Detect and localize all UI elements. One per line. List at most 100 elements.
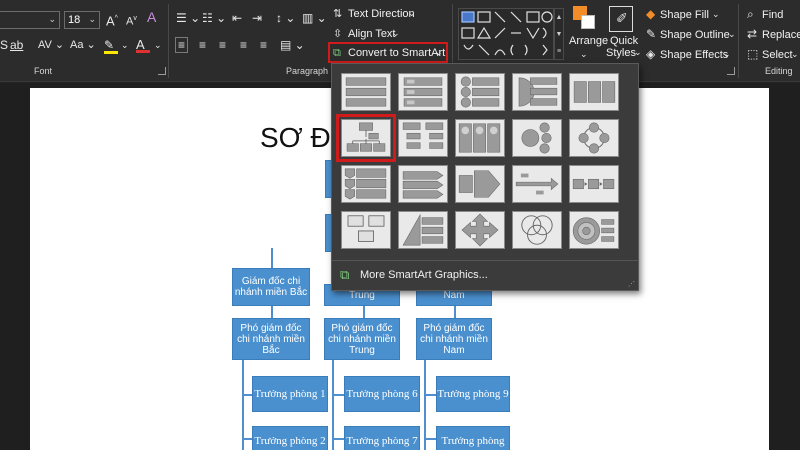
smartart-layout-venn[interactable] [512, 211, 562, 249]
org-box-head-10[interactable]: Trưởng phòng [436, 426, 510, 450]
shadow-s-icon[interactable]: S [0, 38, 8, 52]
connector [242, 394, 252, 396]
align-text-button[interactable]: Align Text [348, 28, 396, 40]
select-button[interactable]: Select [762, 49, 793, 61]
smartart-layout-horizontal-list[interactable] [569, 73, 619, 111]
smartart-layout-continuous-arrow[interactable] [398, 165, 448, 203]
shape-effects-icon[interactable]: ◈ [646, 47, 655, 61]
align-center-icon[interactable]: ≡ [199, 38, 206, 52]
org-box-head-7[interactable]: Trưởng phòng 7 [344, 426, 420, 450]
bullets-icon[interactable]: ☰ ⌄ [176, 11, 200, 25]
justify-low-icon[interactable]: ≡ [260, 38, 267, 52]
increase-font-icon[interactable]: A^ [106, 12, 118, 28]
arrange-chevron-icon: ⌄ [580, 49, 588, 59]
shape-fill-button[interactable]: Shape Fill [660, 9, 709, 21]
org-box-deputy-north[interactable]: Phó giám đốc chi nhánh miền Bắc [232, 318, 310, 360]
smartart-layout-picture-caption-list[interactable] [455, 119, 505, 157]
more-smartart-graphics-item[interactable]: ⧉ More SmartArt Graphics... [332, 260, 638, 288]
font-launcher-icon[interactable] [158, 67, 166, 75]
find-icon[interactable]: ⌕ [747, 7, 754, 21]
character-spacing-icon[interactable]: AV ⌄ [38, 38, 64, 52]
connector [424, 438, 436, 440]
text-direction-button[interactable]: Text Direction [348, 8, 415, 20]
convert-to-smartart-button[interactable]: Convert to SmartArt [348, 47, 445, 59]
highlight-dropdown-icon[interactable]: ⌄ [121, 38, 129, 52]
shape-fill-icon[interactable]: ◆ [646, 7, 655, 21]
smartart-layout-radial-list[interactable] [512, 119, 562, 157]
paragraph-group-label: Paragraph [286, 66, 329, 76]
text-direction-icon[interactable]: ⇅ [333, 7, 342, 21]
select-icon[interactable]: ⬚ [747, 47, 758, 61]
org-box-head-2[interactable]: Trưởng phòng 2 [252, 426, 328, 450]
quick-styles-label-2[interactable]: Styles [606, 47, 636, 59]
smartart-layout-pyramid[interactable] [398, 211, 448, 249]
smartart-layout-target[interactable] [569, 211, 619, 249]
org-box-head-9[interactable]: Trưởng phòng 9 [436, 376, 510, 412]
org-box-head-1[interactable]: Trưởng phòng 1 [252, 376, 328, 412]
separator [738, 4, 739, 78]
org-box-head-6[interactable]: Trưởng phòng 6 [344, 376, 420, 412]
increase-indent-icon[interactable]: ⇥ [252, 11, 262, 25]
clear-formatting-icon[interactable]: A [147, 10, 156, 24]
smartart-layout-diverging-arrows[interactable] [455, 211, 505, 249]
font-name-combo[interactable]: ⌄ [0, 11, 60, 29]
numbering-icon[interactable]: ☷ ⌄ [202, 11, 226, 25]
connector [332, 394, 344, 396]
smartart-layout-vertical-bullet-list[interactable] [455, 73, 505, 111]
smartart-layout-basic-block-list[interactable] [341, 73, 391, 111]
columns-icon[interactable]: ▥ ⌄ [302, 11, 327, 25]
quick-styles-chevron-icon: ⌄ [634, 47, 642, 57]
underline-s-icon[interactable]: ab [10, 38, 23, 52]
shape-outline-icon[interactable]: ✎ [646, 27, 656, 41]
smartart-more-icon: ⧉ [340, 267, 350, 282]
align-left-icon[interactable]: ≡ [174, 37, 189, 53]
font-size-combo[interactable]: 18 ⌄ [64, 11, 100, 29]
shape-fill-chevron-icon: ⌄ [712, 9, 720, 19]
align-right-icon[interactable]: ≡ [219, 38, 226, 52]
smartart-gallery-panel: ⧉ More SmartArt Graphics... ⋰ [331, 63, 639, 291]
highlight-icon[interactable]: ✎ [104, 38, 118, 54]
smartart-layout-vertical-box-list[interactable] [398, 73, 448, 111]
line-spacing-icon[interactable]: ↕ ⌄ [276, 11, 295, 25]
drawing-launcher-icon[interactable] [727, 67, 735, 75]
shapes-gallery[interactable] [458, 8, 554, 60]
smartart-icon[interactable]: ⧉ [333, 46, 341, 60]
smartart-layout-hierarchy-list[interactable] [398, 119, 448, 157]
org-box-deputy-south[interactable]: Phó giám đốc chi nhánh miền Nam [416, 318, 492, 360]
smartart-layout-cycle[interactable] [569, 119, 619, 157]
arrange-icon[interactable] [573, 6, 597, 32]
connector [424, 394, 436, 396]
resize-grip-icon[interactable]: ⋰ [628, 280, 635, 288]
more-smartart-graphics-label: More SmartArt Graphics... [360, 269, 488, 281]
arrange-button[interactable]: Arrange [569, 35, 608, 47]
align-text-icon[interactable]: ⇳ [333, 27, 342, 41]
font-color-dropdown-icon[interactable]: ⌄ [154, 38, 162, 52]
replace-button[interactable]: Replace [762, 29, 800, 41]
find-button[interactable]: Find [762, 9, 783, 21]
shape-effects-button[interactable]: Shape Effects [660, 49, 728, 61]
org-box-deputy-central[interactable]: Phó giám đốc chi nhánh miền Trung [324, 318, 400, 360]
decrease-font-icon[interactable]: Av [126, 12, 137, 29]
shape-outline-button[interactable]: Shape Outline [660, 29, 730, 41]
shape-thumbnails [461, 11, 553, 56]
replace-icon[interactable]: ⇄ [747, 27, 757, 41]
select-chevron-icon: ⌄ [791, 49, 799, 59]
smartart-layout-vertical-curved-list[interactable] [512, 73, 562, 111]
smartart-layout-basic-process[interactable] [569, 165, 619, 203]
smartart-layout-timeline[interactable] [512, 165, 562, 203]
smartart-layout-vertical-chevron-list[interactable] [341, 165, 391, 203]
justify-icon[interactable]: ≡ [240, 38, 247, 52]
smartart-layout-organization-chart[interactable] [336, 114, 396, 162]
smartart-layout-picture-grid[interactable] [341, 211, 391, 249]
quick-styles-icon[interactable]: ✐ [609, 6, 633, 32]
smartart-layout-process-arrows[interactable] [455, 165, 505, 203]
shapes-scroll[interactable]: ▲ ▼ ≡ [554, 8, 564, 60]
shape-outline-chevron-icon: ⌄ [728, 29, 736, 39]
distributed-icon[interactable]: ▤ ⌄ [280, 38, 305, 52]
font-color-icon[interactable]: A [136, 38, 150, 53]
change-case-icon[interactable]: Aa ⌄ [70, 38, 96, 52]
org-box-director-north[interactable]: Giám đốc chi nhánh miền Bắc [232, 268, 310, 306]
decrease-indent-icon[interactable]: ⇤ [232, 11, 242, 25]
connector [424, 356, 426, 450]
slide-title[interactable]: SƠ Đ [260, 122, 331, 154]
